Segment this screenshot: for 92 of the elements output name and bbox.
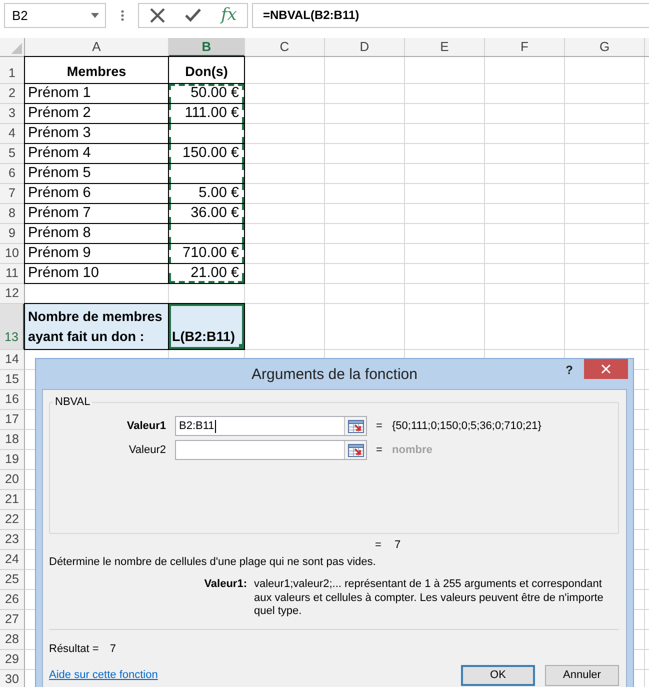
function-name: NBVAL [54, 396, 92, 409]
table-cell: 150.00 € [169, 144, 245, 164]
row-header[interactable]: 15 [0, 370, 25, 390]
argument-result: {50;111;0;150;0;5;36;0;710;21} [392, 420, 542, 432]
row-header[interactable]: 9 [0, 224, 25, 244]
result-value: 7 [110, 642, 116, 656]
collapse-dialog-button[interactable] [344, 441, 366, 459]
argument-label: Valeur2 [128, 444, 166, 456]
row-header[interactable]: 21 [0, 490, 25, 510]
table-cell: Nombre de membres ayant fait un don : [25, 304, 169, 350]
row-header[interactable]: 22 [0, 510, 25, 530]
collapse-dialog-button[interactable] [344, 417, 366, 435]
argument-type-hint: nombre [392, 444, 432, 456]
row-header[interactable]: 16 [0, 390, 25, 410]
table-cell: 111.00 € [169, 104, 245, 124]
grid-arrow-icon [348, 444, 364, 456]
help-link[interactable]: Aide sur cette fonction [49, 669, 158, 681]
table-cell: Prénom 7 [25, 204, 169, 224]
table-cell: Prénom 9 [25, 244, 169, 264]
column-header[interactable]: F [485, 38, 565, 56]
table-cell: 21.00 € [169, 264, 245, 284]
formula-result-value: 7 [394, 538, 401, 552]
argument-help-text: valeur1;valeur2;... représentant de 1 à 255 arguments et correspondant aux valeurs et cellules à compter. Les valeurs peuvent être de n'importe quel type. [254, 578, 604, 618]
argument-help-label: Valeur1: [203, 578, 247, 592]
result-label: Résultat = [49, 642, 99, 656]
row-header[interactable]: 29 [0, 650, 25, 670]
row-header[interactable]: 25 [0, 570, 25, 590]
close-button[interactable] [584, 359, 628, 379]
function-description: Détermine le nombre de cellules d'une plage qui ne sont pas vides. [49, 555, 377, 569]
row-header[interactable]: 28 [0, 630, 25, 650]
row-header[interactable]: 1 [0, 57, 25, 84]
row-header[interactable]: 10 [0, 244, 25, 264]
row-header[interactable]: 30 [0, 670, 25, 687]
row-header[interactable]: 2 [0, 84, 25, 104]
table-cell: 5.00 € [169, 184, 245, 204]
row-header[interactable]: 27 [0, 610, 25, 630]
table-cell: Prénom 1 [25, 84, 169, 104]
table-cell: L(B2:B11) [169, 304, 245, 350]
ok-button[interactable]: OK [461, 664, 535, 686]
row-header[interactable]: 4 [0, 124, 25, 144]
argument-field[interactable]: B2:B11 [175, 416, 367, 436]
row-header[interactable]: 18 [0, 430, 25, 450]
row-header[interactable]: 3 [0, 104, 25, 124]
table-cell: 50.00 € [169, 84, 245, 104]
argument-field[interactable] [175, 440, 367, 460]
row-header[interactable]: 13 [0, 304, 25, 350]
caret-icon[interactable] [91, 12, 99, 18]
row-header[interactable]: 24 [0, 550, 25, 570]
row-header[interactable]: 12 [0, 284, 25, 304]
argument-label: Valeur1 [126, 420, 166, 432]
table-cell: Prénom 10 [25, 264, 169, 284]
row-header[interactable]: 19 [0, 450, 25, 470]
row-header[interactable]: 23 [0, 530, 25, 550]
row-header[interactable]: 6 [0, 164, 25, 184]
text-cursor-icon [215, 420, 216, 432]
row-header[interactable]: 8 [0, 204, 25, 224]
row-header[interactable]: 20 [0, 470, 25, 490]
table-cell: Prénom 5 [25, 164, 169, 184]
dialog-title: Arguments de la fonction [252, 366, 418, 382]
insert-function-button[interactable]: fx [221, 5, 237, 25]
row-header[interactable]: 17 [0, 410, 25, 430]
table-cell: Prénom 3 [25, 124, 169, 144]
table-cell: 36.00 € [169, 204, 245, 224]
cross-icon[interactable] [150, 8, 165, 22]
help-button[interactable]: ? [566, 363, 573, 377]
table-cell: Prénom 6 [25, 184, 169, 204]
table-cell: 710.00 € [169, 244, 245, 264]
table-cell: Prénom 8 [25, 224, 169, 244]
cancel-button[interactable]: Annuler [545, 664, 619, 686]
row-header[interactable]: 11 [0, 264, 25, 284]
equals-sign: = [376, 420, 383, 432]
name-box[interactable]: B2 [4, 2, 106, 28]
equals-sign: = [375, 538, 382, 552]
row-header[interactable]: 5 [0, 144, 25, 164]
column-header[interactable]: D [325, 38, 405, 56]
vertical-dots-icon[interactable] [121, 10, 124, 20]
column-header[interactable]: E [405, 38, 485, 56]
table-cell: Membres [25, 57, 169, 84]
close-icon [601, 364, 611, 374]
formula-field[interactable]: =NBVAL(B2:B11) [252, 2, 649, 28]
row-header[interactable]: 26 [0, 590, 25, 610]
table-cell: Prénom 2 [25, 104, 169, 124]
row-header[interactable]: 7 [0, 184, 25, 204]
column-header[interactable]: B [169, 38, 245, 57]
column-header[interactable]: C [245, 38, 325, 56]
grid-arrow-icon [348, 420, 364, 432]
equals-sign: = [376, 444, 383, 456]
row-header[interactable]: 14 [0, 350, 25, 370]
table-cell: Don(s) [169, 57, 245, 84]
table-cell: Prénom 4 [25, 144, 169, 164]
check-icon[interactable] [185, 8, 201, 22]
column-header[interactable]: G [565, 38, 645, 56]
